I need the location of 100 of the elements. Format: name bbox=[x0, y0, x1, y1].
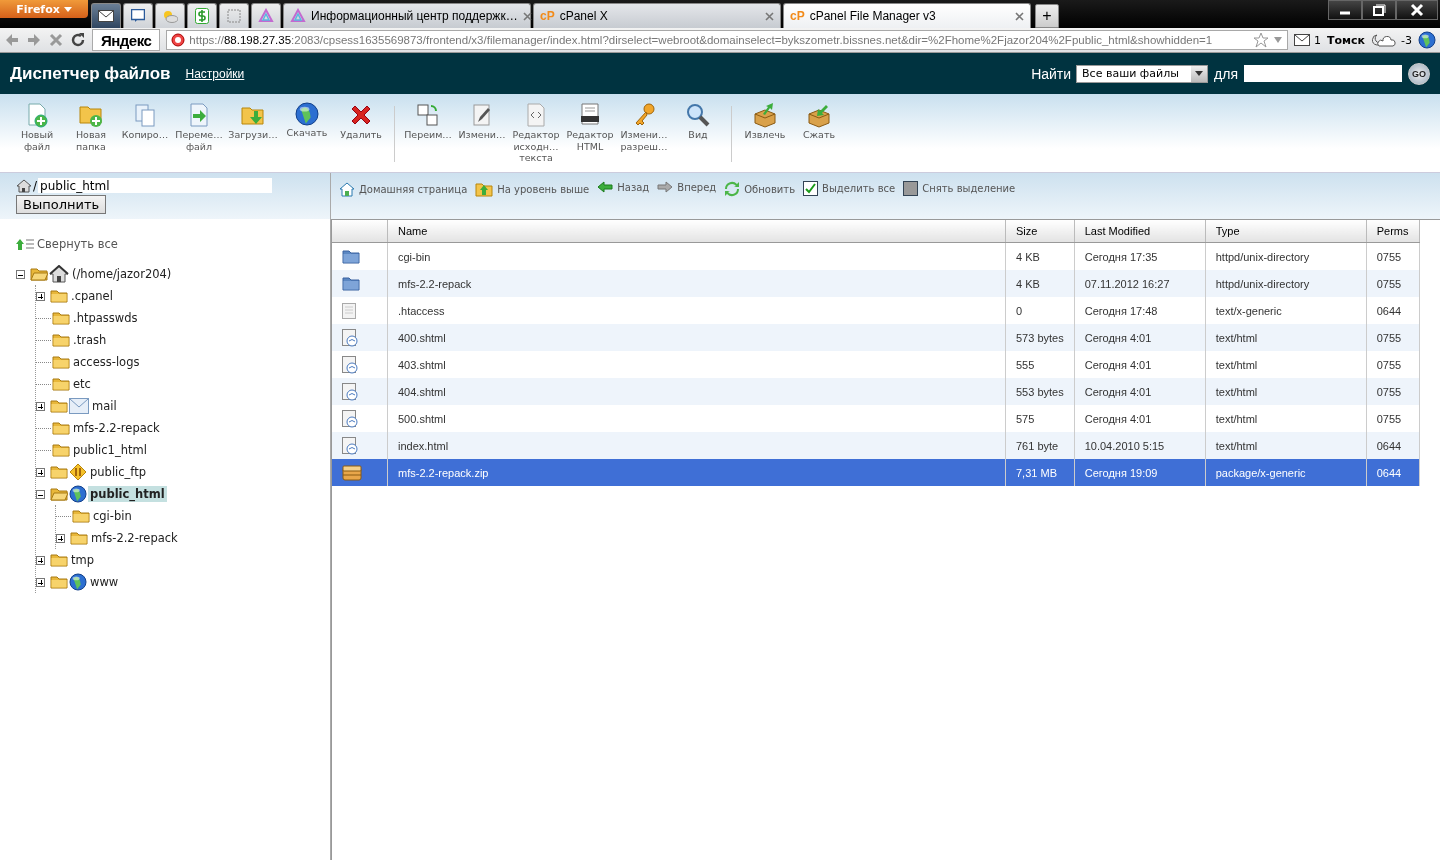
table-cell: 0755 bbox=[1376, 250, 1402, 263]
file-name[interactable]: 403.shtml bbox=[398, 358, 446, 371]
toolbar-button[interactable]: Измени… bbox=[455, 102, 509, 141]
web-page-icon bbox=[342, 409, 358, 428]
browser-tab[interactable]: cP cPanel File Manager v3 bbox=[783, 3, 1031, 28]
scope-dropdown[interactable]: Все ваши файлы bbox=[1076, 64, 1209, 83]
search-icon bbox=[685, 102, 711, 128]
table-cell: 0644 bbox=[1376, 466, 1402, 479]
folder-icon bbox=[50, 399, 68, 413]
tree-item[interactable]: public_html bbox=[88, 486, 167, 502]
new-tab-button[interactable]: + bbox=[1035, 4, 1059, 28]
file-name[interactable]: cgi-bin bbox=[398, 250, 431, 263]
table-cell: 0755 bbox=[1376, 412, 1402, 425]
tree-item[interactable]: (/home/jazor204) bbox=[70, 266, 174, 282]
nav-link[interactable]: Обновить bbox=[724, 181, 796, 197]
file-name[interactable]: mfs-2.2-repack.zip bbox=[398, 466, 489, 479]
tree-item[interactable]: mfs-2.2-repack bbox=[89, 530, 180, 546]
toolbar-button[interactable]: Переим… bbox=[401, 102, 455, 141]
table-cell: 0 bbox=[1016, 304, 1023, 317]
tree-item[interactable]: public1_html bbox=[71, 442, 149, 458]
pinned-tab[interactable] bbox=[91, 3, 121, 28]
file-name[interactable]: index.html bbox=[398, 439, 449, 452]
toolbar-button[interactable]: Измени… разреш… bbox=[617, 102, 671, 152]
settings-link[interactable]: Настройки bbox=[185, 66, 245, 81]
expand-toggle[interactable] bbox=[36, 401, 45, 411]
column-header[interactable]: Name bbox=[387, 220, 1006, 243]
globe-icon bbox=[69, 573, 87, 591]
toolbar-button[interactable]: Вид bbox=[671, 102, 725, 141]
left-arrow-icon bbox=[597, 181, 614, 193]
tree-item[interactable]: cgi-bin bbox=[91, 508, 134, 524]
web-page-icon bbox=[342, 382, 358, 401]
toolbar-button[interactable]: Копиро… bbox=[118, 102, 172, 141]
toolbar-button[interactable]: Новый файл bbox=[10, 102, 64, 152]
expand-toggle[interactable] bbox=[36, 467, 45, 477]
column-header[interactable]: Size bbox=[1005, 220, 1075, 243]
tree-item[interactable]: .htpasswds bbox=[71, 310, 140, 326]
toolbar-button[interactable]: Удалить bbox=[334, 102, 388, 141]
city-label: Томск bbox=[1327, 33, 1366, 47]
table-cell: Сегодня 4:01 bbox=[1084, 331, 1152, 344]
tree-item[interactable]: mfs-2.2-repack bbox=[71, 420, 162, 436]
pinned-tab[interactable] bbox=[123, 3, 153, 28]
toolbar-button[interactable]: Новая папка bbox=[64, 102, 118, 152]
toolbar-button[interactable]: Скачать bbox=[280, 102, 334, 139]
column-header[interactable]: Last Modified bbox=[1074, 220, 1206, 243]
go-button[interactable]: GO bbox=[1408, 62, 1430, 85]
file-name[interactable]: 500.shtml bbox=[398, 412, 446, 425]
browser-tab[interactable]: cP cPanel X bbox=[533, 3, 781, 28]
forward-icon bbox=[26, 32, 42, 48]
column-header[interactable]: Perms bbox=[1366, 220, 1420, 243]
expand-toggle[interactable] bbox=[36, 555, 45, 565]
globe-icon bbox=[295, 102, 319, 126]
browser-tab[interactable]: Информационный центр поддержк… bbox=[283, 3, 531, 28]
nav-link[interactable]: Назад bbox=[597, 181, 650, 193]
nav-link[interactable]: Выделить все bbox=[803, 181, 896, 196]
toolbar-button[interactable]: Сжать bbox=[792, 102, 846, 141]
file-name[interactable]: 404.shtml bbox=[398, 385, 446, 398]
tree-item[interactable]: public_ftp bbox=[88, 464, 148, 480]
folder-icon bbox=[72, 509, 90, 523]
nav-link[interactable]: Снять выделение bbox=[903, 181, 1016, 196]
tree-item[interactable]: tmp bbox=[69, 552, 96, 568]
folder-up-icon bbox=[475, 181, 494, 197]
table-cell: package/x-generic bbox=[1215, 466, 1306, 479]
go-button[interactable]: Выполнить bbox=[16, 195, 107, 214]
table-cell: 0644 bbox=[1376, 439, 1402, 452]
table-cell: 761 byte bbox=[1016, 439, 1059, 452]
collapse-toggle[interactable] bbox=[16, 269, 25, 279]
table-cell: 4 KB bbox=[1016, 277, 1040, 290]
toolbar-button[interactable]: Редактор исходн… текста bbox=[509, 102, 563, 164]
address-field[interactable]: https://88.198.27.35:2083/cpsess1635569873/frontend/x3/filemanager/index.html?dirselect=webroot&domainselect=bykszometr.bissnes.net&dir=%2Fhome%2Fjazor204%2Fpublic_html&showhidden=1 bbox=[166, 30, 1288, 50]
nav-link[interactable]: Вперед bbox=[657, 181, 717, 193]
globe-icon bbox=[1418, 31, 1436, 49]
tree-item[interactable]: .cpanel bbox=[69, 288, 115, 304]
tree-item[interactable]: access-logs bbox=[71, 354, 142, 370]
tree-item[interactable]: etc bbox=[71, 376, 93, 392]
tab-title: cPanel File Manager v3 bbox=[809, 9, 937, 23]
tree-item[interactable]: mail bbox=[90, 398, 119, 414]
collapse-all-link[interactable]: Свернуть все bbox=[16, 237, 118, 251]
expand-toggle[interactable] bbox=[36, 577, 45, 587]
nav-link[interactable]: Домашняя страница bbox=[339, 181, 468, 197]
search-field[interactable] bbox=[1244, 65, 1402, 82]
path-field[interactable]: public_html bbox=[38, 178, 273, 193]
toolbar-button[interactable]: Редактор HTML bbox=[563, 102, 617, 152]
table-cell: 7,31 MB bbox=[1016, 466, 1057, 479]
file-name[interactable]: 400.shtml bbox=[398, 331, 446, 344]
toolbar-button[interactable]: Извлечь bbox=[738, 102, 792, 141]
nav-link[interactable]: На уровень выше bbox=[475, 181, 590, 197]
column-header[interactable]: Type bbox=[1205, 220, 1367, 243]
tree-item[interactable]: .trash bbox=[71, 332, 109, 348]
toolbar-button[interactable]: Загрузи… bbox=[226, 102, 280, 141]
yandex-button[interactable]: Яндекс bbox=[92, 29, 161, 51]
file-name[interactable]: .htaccess bbox=[398, 304, 445, 317]
expand-toggle[interactable] bbox=[56, 533, 65, 543]
mail-icon bbox=[98, 10, 114, 22]
right-arrow-icon bbox=[657, 181, 674, 193]
file-name[interactable]: mfs-2.2-repack bbox=[398, 277, 472, 290]
tree-item[interactable]: www bbox=[88, 574, 121, 590]
toolbar-button[interactable]: Переме… файл bbox=[172, 102, 226, 152]
table-cell: Сегодня 19:09 bbox=[1084, 466, 1158, 479]
collapse-toggle[interactable] bbox=[36, 489, 45, 499]
expand-toggle[interactable] bbox=[36, 291, 45, 301]
